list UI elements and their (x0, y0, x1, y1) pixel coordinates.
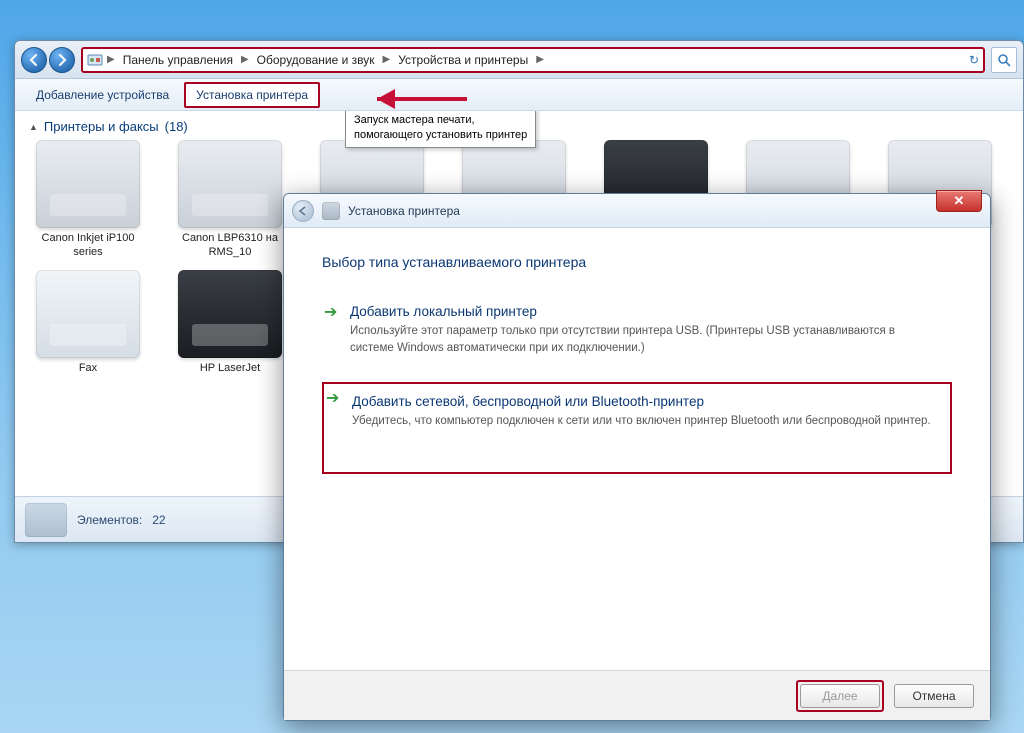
breadcrumb-item[interactable]: Оборудование и звук (253, 51, 379, 69)
control-panel-icon (87, 52, 103, 68)
status-label: Элементов: (77, 513, 142, 527)
fax-icon (36, 270, 140, 358)
refresh-icon[interactable]: ↻ (969, 53, 979, 67)
chevron-right-icon: ▶ (107, 54, 115, 65)
printer-icon (36, 140, 140, 228)
search-button[interactable] (991, 47, 1017, 73)
cancel-button[interactable]: Отмена (894, 684, 974, 708)
chevron-right-icon: ▶ (241, 54, 249, 65)
arrow-right-icon: ➔ (326, 391, 342, 407)
chevron-right-icon: ▶ (383, 54, 391, 65)
annotation-highlight: Далее (796, 680, 884, 712)
printer-icon (178, 140, 282, 228)
printer-icon (178, 270, 282, 358)
tooltip-line: Запуск мастера печати, (354, 113, 527, 128)
printer-item[interactable]: HP LaserJet (171, 270, 289, 390)
add-device-button[interactable]: Добавление устройства (25, 83, 180, 107)
add-printer-wizard: Установка принтера ✕ Выбор типа устанавл… (283, 193, 991, 721)
option-local-printer[interactable]: ➔ Добавить локальный принтер Используйте… (322, 298, 952, 368)
chevron-right-icon: ▶ (536, 54, 544, 65)
printer-label: Canon Inkjet iP100 series (29, 232, 147, 260)
option-description: Используйте этот параметр только при отс… (350, 323, 930, 356)
breadcrumb-item[interactable]: Панель управления (119, 51, 237, 69)
address-bar[interactable]: ▶ Панель управления ▶ Оборудование и зву… (81, 47, 985, 73)
wizard-title: Установка принтера (348, 204, 460, 218)
status-value: 22 (152, 513, 165, 527)
option-title: Добавить локальный принтер (350, 304, 948, 319)
printer-label: Canon LBP6310 на RMS_10 (171, 232, 289, 260)
add-printer-button[interactable]: Установка принтера (184, 82, 320, 108)
printer-icon (322, 202, 340, 220)
explorer-header: ▶ Панель управления ▶ Оборудование и зву… (15, 41, 1023, 79)
wizard-heading: Выбор типа устанавливаемого принтера (322, 254, 952, 270)
nav-back-button[interactable] (21, 47, 47, 73)
option-title: Добавить сетевой, беспроводной или Bluet… (352, 394, 946, 409)
printer-label: HP LaserJet (171, 362, 289, 390)
collapse-icon: ▲ (29, 122, 38, 132)
breadcrumb-item[interactable]: Устройства и принтеры (394, 51, 532, 69)
close-icon: ✕ (954, 193, 965, 209)
next-button[interactable]: Далее (800, 684, 880, 708)
wizard-titlebar: Установка принтера ✕ (284, 194, 990, 228)
wizard-footer: Далее Отмена (284, 670, 990, 720)
nav-forward-button[interactable] (49, 47, 75, 73)
close-button[interactable]: ✕ (936, 190, 982, 212)
arrow-right-icon: ➔ (324, 305, 340, 321)
option-network-printer[interactable]: ➔ Добавить сетевой, беспроводной или Blu… (322, 382, 952, 474)
nav-buttons (21, 47, 75, 73)
tooltip-line: помогающего установить принтер (354, 128, 527, 143)
wizard-back-button[interactable] (292, 200, 314, 222)
group-count: (18) (165, 119, 188, 134)
tooltip: Запуск мастера печати, помогающего устан… (345, 111, 536, 148)
printer-item[interactable]: Canon LBP6310 на RMS_10 (171, 140, 289, 260)
group-title: Принтеры и факсы (44, 119, 159, 134)
toolbar: Добавление устройства Установка принтера (15, 79, 1023, 111)
printer-item[interactable]: Canon Inkjet iP100 series (29, 140, 147, 260)
wizard-body: Выбор типа устанавливаемого принтера ➔ Д… (284, 228, 990, 474)
devices-icon (25, 503, 67, 537)
printer-item[interactable]: Fax (29, 270, 147, 390)
printer-label: Fax (29, 362, 147, 390)
option-description: Убедитесь, что компьютер подключен к сет… (352, 413, 932, 430)
